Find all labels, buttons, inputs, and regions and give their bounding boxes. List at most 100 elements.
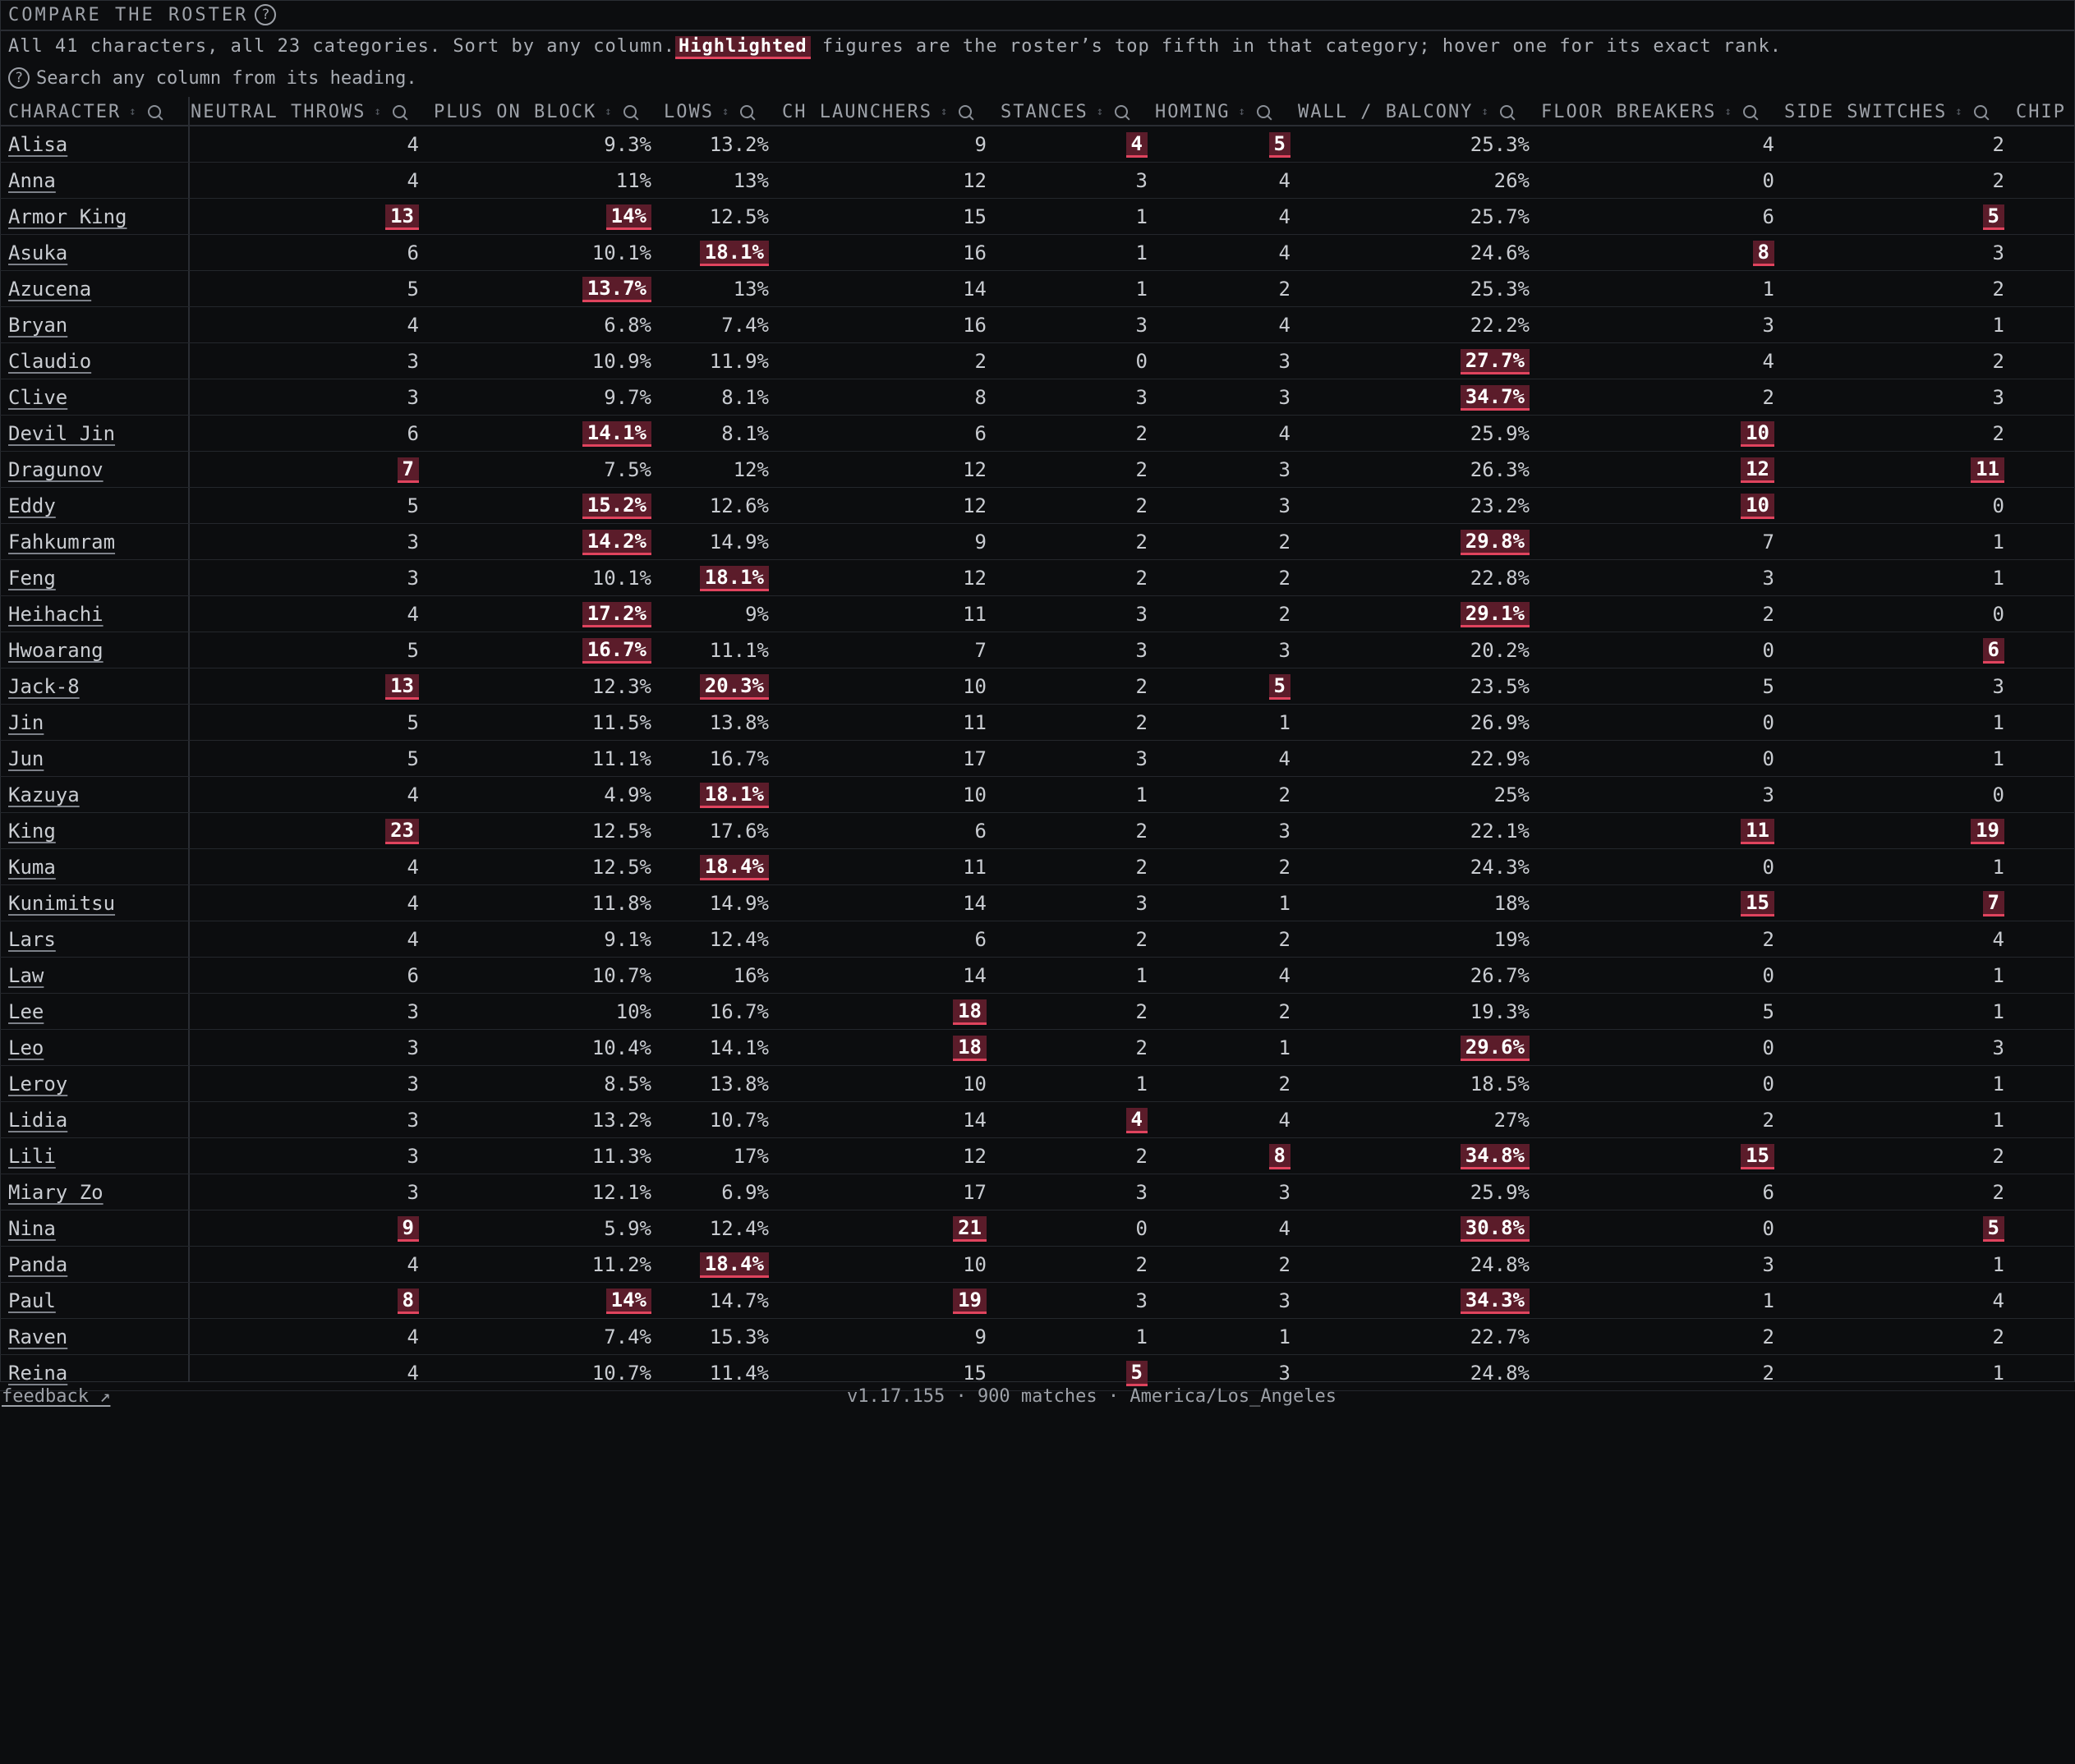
character-link[interactable]: Asuka (8, 241, 67, 264)
character-link[interactable]: Alisa (8, 133, 67, 156)
search-icon[interactable] (740, 105, 754, 118)
character-link[interactable]: Raven (8, 1325, 67, 1348)
highlighted-value[interactable]: 8 (1268, 1143, 1291, 1169)
sort-icon[interactable]: ↕ (722, 105, 729, 118)
highlighted-value[interactable]: 29.6% (1460, 1035, 1530, 1061)
character-link[interactable]: Lidia (8, 1109, 67, 1132)
highlighted-value[interactable]: 13 (385, 204, 419, 230)
help-icon[interactable]: ? (255, 4, 277, 25)
character-link[interactable]: Jack-8 (8, 675, 80, 698)
highlighted-value[interactable]: 14% (605, 204, 651, 230)
character-link[interactable]: Miary Zo (8, 1181, 104, 1204)
highlighted-value[interactable]: 13.7% (582, 276, 651, 302)
search-icon[interactable] (623, 105, 637, 118)
sort-icon[interactable]: ↕ (1097, 105, 1103, 118)
highlighted-value[interactable]: 13 (385, 673, 419, 700)
highlighted-value[interactable]: 18 (953, 1035, 987, 1061)
character-link[interactable]: Jun (8, 747, 44, 770)
highlighted-value[interactable]: 20.3% (699, 673, 769, 700)
sort-icon[interactable]: ↕ (605, 105, 611, 118)
highlighted-value[interactable]: 8 (1752, 240, 1774, 266)
highlighted-value[interactable]: 27.7% (1460, 348, 1530, 374)
highlighted-value[interactable]: 15.2% (582, 493, 651, 519)
highlighted-value[interactable]: 29.1% (1460, 601, 1530, 627)
highlighted-value[interactable]: 9 (397, 1215, 419, 1242)
character-link[interactable]: Law (8, 964, 44, 987)
highlighted-value[interactable]: 11 (1971, 457, 2004, 483)
character-link[interactable]: Clive (8, 386, 67, 409)
column-header-neutral-throws[interactable]: NEUTRAL THROWS ↕ (191, 97, 406, 126)
character-link[interactable]: Bryan (8, 314, 67, 337)
search-icon[interactable] (1742, 105, 1756, 118)
character-link[interactable]: Lars (8, 928, 56, 951)
column-header-ch-launchers[interactable]: CH LAUNCHERS ↕ (782, 97, 973, 126)
highlighted-value[interactable]: 7 (1982, 890, 2004, 916)
search-icon[interactable] (147, 105, 161, 118)
character-link[interactable]: Hwoarang (8, 639, 104, 662)
highlighted-value[interactable]: 5 (1982, 1215, 2004, 1242)
column-header-lows[interactable]: LOWS ↕ (664, 97, 754, 126)
character-link[interactable]: Devil Jin (8, 422, 115, 445)
search-icon[interactable] (392, 105, 406, 118)
highlighted-value[interactable]: 18.1% (699, 782, 769, 808)
highlighted-value[interactable]: 18.4% (699, 854, 769, 880)
character-link[interactable]: Reina (8, 1362, 67, 1385)
highlighted-value[interactable]: 15 (1741, 1143, 1774, 1169)
feedback-link[interactable]: feedback ↗ (2, 1386, 110, 1407)
highlighted-value[interactable]: 34.7% (1460, 384, 1530, 411)
highlighted-value[interactable]: 14% (605, 1288, 651, 1314)
character-link[interactable]: Eddy (8, 494, 56, 517)
sort-icon[interactable]: ↕ (374, 105, 380, 118)
character-link[interactable]: King (8, 820, 56, 843)
sort-icon[interactable]: ↕ (1238, 105, 1245, 118)
search-icon[interactable] (1499, 105, 1513, 118)
character-link[interactable]: Heihachi (8, 603, 104, 626)
column-header-floor-breakers[interactable]: FLOOR BREAKERS ↕ (1541, 97, 1756, 126)
highlighted-value[interactable]: 19 (953, 1288, 987, 1314)
highlighted-value[interactable]: 10 (1741, 420, 1774, 447)
character-link[interactable]: Panda (8, 1253, 67, 1276)
character-link[interactable]: Nina (8, 1217, 56, 1240)
help-icon[interactable]: ? (8, 67, 30, 89)
sort-icon[interactable]: ↕ (129, 105, 136, 118)
highlighted-value[interactable]: 16.7% (582, 637, 651, 664)
highlighted-value[interactable]: 8 (397, 1288, 419, 1314)
highlighted-value[interactable]: 14.1% (582, 420, 651, 447)
highlighted-value[interactable]: 17.2% (582, 601, 651, 627)
character-link[interactable]: Anna (8, 169, 56, 192)
highlighted-value[interactable]: 5 (1268, 673, 1291, 700)
highlighted-value[interactable]: 4 (1125, 1107, 1148, 1133)
character-link[interactable]: Jin (8, 711, 44, 734)
highlighted-value[interactable]: 5 (1982, 204, 2004, 230)
sort-icon[interactable]: ↕ (1724, 105, 1731, 118)
highlighted-value[interactable]: 18.1% (699, 240, 769, 266)
highlighted-value[interactable]: 4 (1125, 131, 1148, 158)
character-link[interactable]: Paul (8, 1289, 56, 1312)
column-header-chip[interactable]: CHIP (2016, 97, 2066, 126)
highlighted-value[interactable]: 34.8% (1460, 1143, 1530, 1169)
search-icon[interactable] (959, 105, 973, 118)
highlighted-value[interactable]: 18.1% (699, 565, 769, 591)
highlighted-value[interactable]: 18.4% (699, 1252, 769, 1278)
search-icon[interactable] (1115, 105, 1129, 118)
character-link[interactable]: Kuma (8, 856, 56, 879)
highlighted-value[interactable]: 12 (1741, 457, 1774, 483)
highlighted-value[interactable]: 5 (1268, 131, 1291, 158)
highlighted-value[interactable]: 29.8% (1460, 529, 1530, 555)
sort-icon[interactable]: ↕ (1481, 105, 1488, 118)
character-link[interactable]: Feng (8, 567, 56, 590)
highlighted-value[interactable]: 6 (1982, 637, 2004, 664)
highlighted-value[interactable]: 18 (953, 999, 987, 1025)
character-link[interactable]: Fahkumram (8, 531, 115, 554)
character-link[interactable]: Azucena (8, 278, 91, 301)
column-header-homing[interactable]: HOMING ↕ (1155, 97, 1270, 126)
highlighted-value[interactable]: 10 (1741, 493, 1774, 519)
character-link[interactable]: Leo (8, 1036, 44, 1059)
character-link[interactable]: Kunimitsu (8, 892, 115, 915)
highlighted-value[interactable]: 5 (1125, 1360, 1148, 1386)
highlighted-value[interactable]: 21 (953, 1215, 987, 1242)
column-header-plus-on-block[interactable]: PLUS ON BLOCK ↕ (434, 97, 637, 126)
column-header-side-switches[interactable]: SIDE SWITCHES ↕ (1784, 97, 1987, 126)
column-header-character[interactable]: CHARACTER ↕ (8, 97, 161, 126)
highlighted-value[interactable]: 23 (385, 818, 419, 844)
